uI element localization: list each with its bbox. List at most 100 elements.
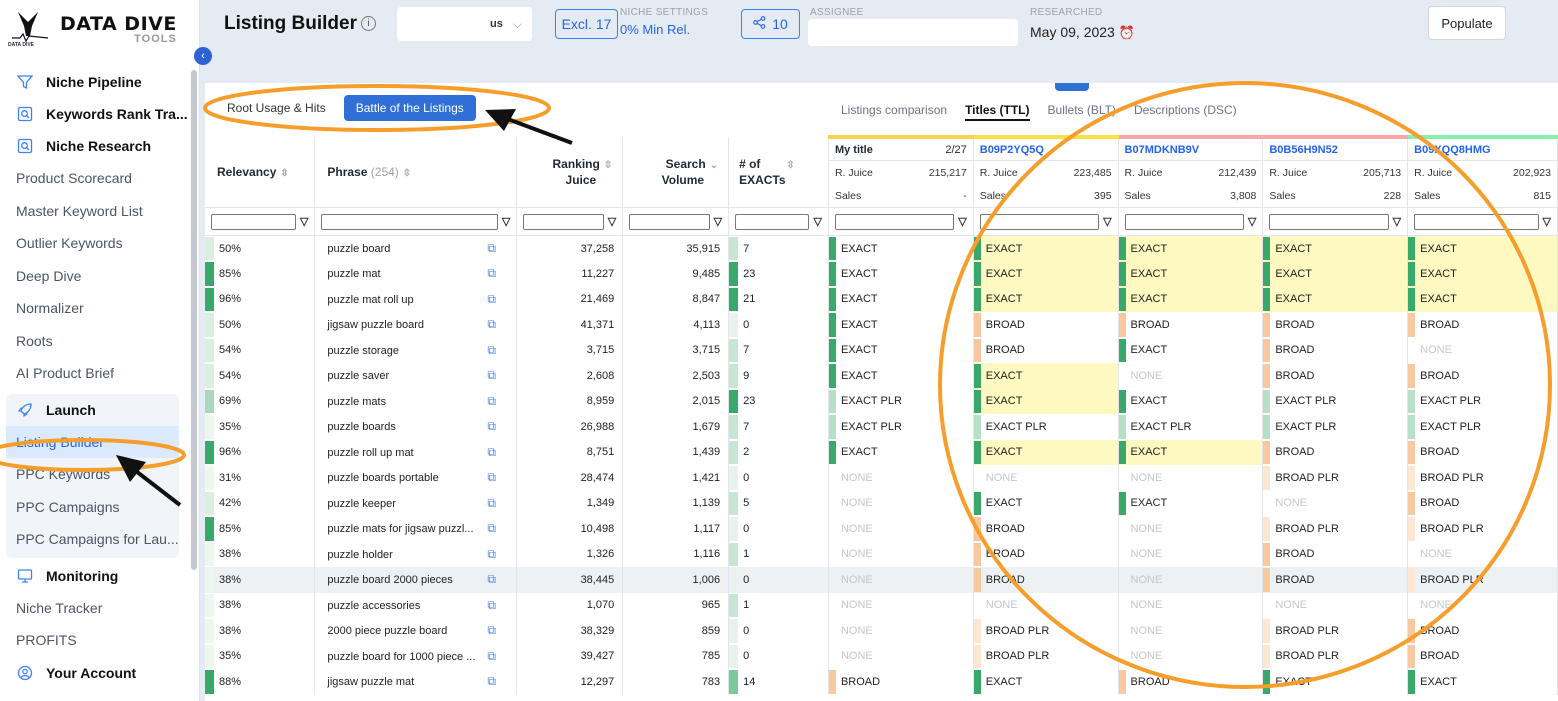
external-link-icon[interactable]: ⧉ [487, 521, 496, 535]
external-link-icon[interactable]: ⧉ [487, 368, 496, 382]
filter-icon[interactable]: ▽ [958, 215, 966, 228]
listing-title[interactable]: B09XQQ8HMG [1414, 144, 1490, 156]
tab-battle-of-the-listings[interactable]: Battle of the Listings [343, 95, 476, 121]
nav-normalizer[interactable]: Normalizer [0, 292, 199, 325]
table-row[interactable]: 85% puzzle mats for jigsaw puzzl... ⧉ 10,49… [205, 516, 1558, 542]
phrase-cell[interactable]: jigsaw puzzle board ⧉ [314, 312, 518, 338]
niche-settings-value[interactable]: 0% Min Rel. [620, 22, 690, 37]
filter-icon[interactable]: ▽ [813, 215, 821, 228]
filter-input[interactable] [979, 213, 1100, 230]
external-link-icon[interactable]: ⧉ [487, 445, 496, 459]
external-link-icon[interactable]: ⧉ [487, 317, 496, 331]
country-select[interactable]: us ⌵ [397, 7, 532, 41]
table-row[interactable]: 96% puzzle mat roll up ⧉ 21,469 8,847 21 EXACT… [205, 286, 1558, 312]
external-link-icon[interactable]: ⧉ [487, 266, 496, 280]
table-row[interactable]: 38% 2000 piece puzzle board ⧉ 38,329 859 0 NON… [205, 618, 1558, 644]
table-row[interactable]: 96% puzzle roll up mat ⧉ 8,751 1,439 2 EXACT EX… [205, 439, 1558, 465]
sidebar-scrollbar[interactable] [191, 70, 197, 570]
external-link-icon[interactable]: ⧉ [487, 649, 496, 663]
listing-title[interactable]: B07MDKNB9V [1125, 144, 1200, 156]
table-row[interactable]: 35% puzzle boards ⧉ 26,988 1,679 7 EXACT PLR EX… [205, 414, 1558, 440]
nav-roots[interactable]: Roots [0, 325, 199, 358]
listing-header-2[interactable]: B07MDKNB9V R. Juice 212,439 Sales 3,808 [1118, 135, 1264, 208]
nav-keywords-rank-tracker[interactable]: Keywords Rank Tra... [0, 98, 199, 130]
table-row[interactable]: 50% puzzle board ⧉ 37,258 35,915 7 EXACT EXACT E… [205, 235, 1558, 261]
phrase-cell[interactable]: puzzle mat ⧉ [314, 261, 518, 287]
nav-niche-tracker[interactable]: Niche Tracker [0, 592, 199, 625]
col-exacts[interactable]: # of ⇳ EXACTs [728, 137, 829, 208]
filter-icon[interactable]: ▽ [300, 215, 308, 228]
external-link-icon[interactable]: ⧉ [487, 343, 496, 357]
external-link-icon[interactable]: ⧉ [487, 394, 496, 408]
phrase-cell[interactable]: puzzle saver ⧉ [314, 363, 518, 389]
listing-header-0[interactable]: My title 2/27 R. Juice 215,217 Sales - [828, 135, 974, 208]
nav-launch[interactable]: Launch [6, 394, 179, 426]
listing-title[interactable]: B0B56H9N52 [1269, 144, 1337, 156]
filter-icon[interactable]: ▽ [1393, 215, 1401, 228]
nav-ai-product-brief[interactable]: AI Product Brief [0, 357, 199, 390]
phrase-cell[interactable]: puzzle board 2000 pieces ⧉ [314, 567, 518, 593]
nav-profits[interactable]: PROFITS [0, 624, 199, 657]
filter-icon[interactable]: ▽ [1248, 215, 1256, 228]
nav-niche-research[interactable]: Niche Research [0, 130, 199, 162]
nav-product-scorecard[interactable]: Product Scorecard [0, 162, 199, 195]
nav-ppc-campaigns-launch[interactable]: PPC Campaigns for Lau... [6, 523, 179, 556]
phrase-cell[interactable]: puzzle boards portable ⧉ [314, 465, 518, 491]
tab-titles[interactable]: Titles (TTL) [965, 103, 1030, 121]
table-row[interactable]: 38% puzzle board 2000 pieces ⧉ 38,445 1,006 0… [205, 567, 1558, 593]
table-row[interactable]: 69% puzzle mats ⧉ 8,959 2,015 23 EXACT PLR EXAC… [205, 388, 1558, 414]
filter-input[interactable] [1124, 213, 1244, 230]
phrase-cell[interactable]: puzzle roll up mat ⧉ [314, 439, 518, 465]
phrase-cell[interactable]: puzzle accessories ⧉ [314, 592, 518, 618]
nav-your-account[interactable]: Your Account [0, 657, 199, 689]
nav-deep-dive[interactable]: Deep Dive [0, 260, 199, 293]
phrase-cell[interactable]: puzzle boards ⧉ [314, 414, 518, 440]
tab-descriptions[interactable]: Descriptions (DSC) [1134, 103, 1237, 121]
external-link-icon[interactable]: ⧉ [487, 547, 496, 561]
tab-listings-comparison[interactable]: Listings comparison [841, 103, 947, 121]
external-link-icon[interactable]: ⧉ [487, 674, 496, 688]
filter-input[interactable] [1269, 213, 1389, 230]
listing-header-1[interactable]: B09P2YQ5Q R. Juice 223,485 Sales 395 [973, 135, 1119, 208]
collapse-sidebar-chevron-icon[interactable]: ‹ [194, 47, 212, 65]
filter-input[interactable] [834, 213, 955, 230]
external-link-icon[interactable]: ⧉ [487, 292, 496, 306]
phrase-cell[interactable]: jigsaw puzzle mat ⧉ [314, 669, 518, 695]
table-row[interactable]: 85% puzzle mat ⧉ 11,227 9,485 23 EXACT EXACT EXA… [205, 261, 1558, 287]
phrase-cell[interactable]: puzzle keeper ⧉ [314, 490, 518, 516]
populate-button[interactable]: Populate [1428, 6, 1506, 40]
col-phrase[interactable]: Phrase (254) ⇳ [314, 137, 518, 208]
phrase-cell[interactable]: puzzle holder ⧉ [314, 541, 518, 567]
phrase-cell[interactable]: puzzle board ⧉ [314, 235, 518, 261]
phrase-cell[interactable]: puzzle mat roll up ⧉ [314, 286, 518, 312]
listing-header-3[interactable]: B0B56H9N52 R. Juice 205,713 Sales 228 [1262, 135, 1409, 208]
filter-input[interactable] [629, 213, 710, 230]
table-row[interactable]: 31% puzzle boards portable ⧉ 28,474 1,421 0 NO… [205, 465, 1558, 491]
phrase-cell[interactable]: puzzle storage ⧉ [314, 337, 518, 363]
phrase-cell[interactable]: puzzle mats for jigsaw puzzl... ⧉ [314, 516, 518, 542]
nav-niche-pipeline[interactable]: Niche Pipeline [0, 66, 199, 98]
external-link-icon[interactable]: ⧉ [487, 598, 496, 612]
logo[interactable]: DATA DIVE DATA DIVE TOOLS [0, 0, 199, 60]
nav-outlier-keywords[interactable]: Outlier Keywords [0, 227, 199, 260]
phrase-cell[interactable]: puzzle board for 1000 piece ... ⧉ [314, 643, 518, 669]
listing-title[interactable]: B09P2YQ5Q [980, 144, 1044, 156]
filter-icon[interactable]: ▽ [502, 215, 510, 228]
table-row[interactable]: 88% jigsaw puzzle mat ⧉ 12,297 783 14 BROAD EXA… [205, 669, 1558, 695]
table-row[interactable]: 42% puzzle keeper ⧉ 1,349 1,139 5 NONE EXACT EXA… [205, 490, 1558, 516]
excluded-keywords-button[interactable]: Excl. 17 [555, 9, 618, 39]
col-search-volume[interactable]: Search ⌄ Volume [622, 137, 730, 208]
nav-listing-builder[interactable]: Listing Builder [6, 425, 179, 458]
external-link-icon[interactable]: ⧉ [487, 623, 496, 637]
table-row[interactable]: 38% puzzle holder ⧉ 1,326 1,116 1 NONE BROAD NON… [205, 541, 1558, 567]
filter-icon[interactable]: ▽ [608, 215, 616, 228]
table-row[interactable]: 38% puzzle accessories ⧉ 1,070 965 1 NONE NONE N… [205, 592, 1558, 618]
col-ranking-juice[interactable]: Ranking ⇳ Juice [516, 137, 624, 208]
filter-input[interactable] [523, 213, 604, 230]
table-row[interactable]: 35% puzzle board for 1000 piece ... ⧉ 39,42… [205, 643, 1558, 669]
phrase-cell[interactable]: puzzle mats ⧉ [314, 388, 518, 414]
filter-input[interactable] [735, 213, 810, 230]
col-relevancy[interactable]: Relevancy ⇳ [205, 137, 316, 208]
assignee-input[interactable] [808, 19, 1018, 46]
table-row[interactable]: 54% puzzle saver ⧉ 2,608 2,503 9 EXACT EXACT NON… [205, 363, 1558, 389]
